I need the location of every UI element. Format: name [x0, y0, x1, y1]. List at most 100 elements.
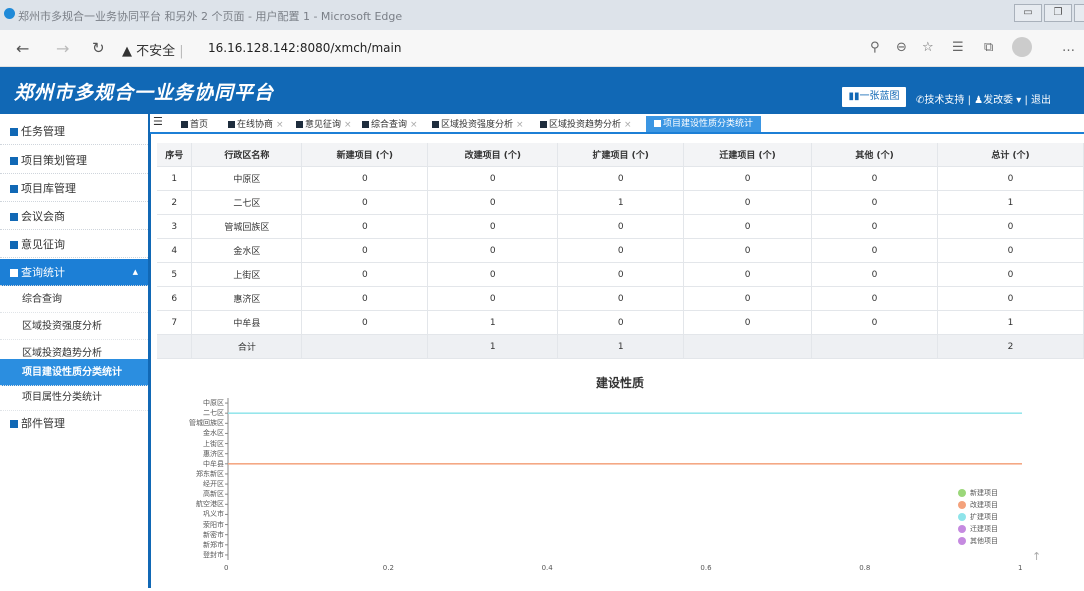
collapse-arrow-icon: ▲ [132, 268, 138, 276]
tab-icon [654, 120, 661, 127]
table-cell: 0 [427, 238, 559, 263]
tab-icon [296, 121, 303, 128]
favorites-list-icon[interactable]: ☰ [952, 40, 964, 55]
y-tick-label: 管城回族区 [189, 419, 224, 428]
url-input[interactable]: 16.16.128.142:8080/xmch/main [208, 41, 401, 55]
legend-item[interactable]: 新建项目 [958, 488, 998, 498]
bar-改建项目[interactable] [228, 463, 1022, 465]
table-cell: 0 [811, 286, 938, 311]
sidebar-item-label: 任务管理 [21, 125, 65, 138]
table-total-row: 合计 1 1 2 [157, 334, 1084, 359]
y-tick-label: 郑东新区 [196, 469, 224, 478]
tab-investment-trend[interactable]: 区域投资趋势分析 × [540, 117, 632, 132]
y-tick-label: 上街区 [203, 439, 224, 448]
close-button[interactable] [1074, 4, 1084, 22]
tab-construction-nature[interactable]: 项目建设性质分类统计 [646, 116, 762, 132]
zoom-icon[interactable]: ⊖ [896, 40, 907, 55]
tab-online-consult[interactable]: 在线协商 × [228, 117, 284, 132]
sidebar-item-project-library[interactable]: 项目库管理 [0, 175, 148, 202]
legend-item[interactable]: 扩建项目 [958, 512, 998, 522]
legend-item[interactable]: 改建项目 [958, 500, 998, 510]
sidebar-item-planning[interactable]: 项目策划管理 [0, 147, 148, 174]
folder-icon [10, 157, 18, 165]
table-cell: 0 [937, 262, 1084, 287]
close-tab-icon[interactable]: × [516, 120, 524, 130]
sidebar-item-label: 会议会商 [21, 210, 65, 223]
security-indicator[interactable]: ▲ 不安全 | [122, 40, 184, 59]
table-cell: 0 [427, 190, 559, 215]
table-row: 7 中牟县 0 1 0 0 0 1 [157, 310, 1084, 335]
folder-icon [10, 241, 18, 249]
table-cell: 0 [557, 286, 685, 311]
scroll-top-icon[interactable]: ↑ [1032, 550, 1041, 563]
sidebar-item-opinion[interactable]: 意见征询 [0, 231, 148, 258]
menu-toggle-icon[interactable]: ☰ [153, 115, 163, 130]
folder-icon [10, 269, 18, 277]
sidebar-sub-comprehensive-query[interactable]: 综合查询 [0, 286, 148, 313]
favorite-icon[interactable]: ☆ [922, 40, 934, 55]
column-header: 迁建项目 (个) [683, 143, 813, 167]
table-cell: 0 [683, 190, 813, 215]
collections-icon[interactable]: ⧉ [984, 40, 993, 55]
tab-home[interactable]: 首页 [181, 117, 208, 132]
minimize-button[interactable]: ▭ [1014, 4, 1042, 22]
table-cell: 0 [937, 166, 1084, 191]
table-cell: 0 [683, 262, 813, 287]
profile-avatar[interactable] [1012, 37, 1032, 57]
refresh-icon[interactable]: ↻ [92, 39, 105, 57]
tab-label: 意见征询 [305, 120, 342, 130]
x-tick-label: 0.2 [382, 564, 394, 572]
table-cell: 0 [427, 286, 559, 311]
tab-label: 综合查询 [371, 120, 408, 130]
sidebar-item-label: 项目库管理 [21, 182, 76, 195]
table-cell: 2 [937, 334, 1084, 359]
close-tab-icon[interactable]: × [624, 120, 632, 130]
table-cell [683, 334, 813, 359]
tab-comprehensive-query[interactable]: 综合查询 × [362, 117, 418, 132]
sidebar-sub-project-attribute[interactable]: 项目属性分类统计 [0, 384, 148, 411]
table-cell: 0 [301, 286, 429, 311]
sidebar-item-meeting[interactable]: 会议会商 [0, 203, 148, 230]
support-link[interactable]: 技术支持 [924, 95, 964, 106]
tab-label: 首页 [190, 120, 209, 130]
table-cell: 1 [427, 334, 559, 359]
close-tab-icon[interactable]: × [344, 120, 352, 130]
close-tab-icon[interactable]: × [276, 120, 284, 130]
table-cell: 0 [557, 166, 685, 191]
back-icon[interactable]: ← [16, 39, 29, 58]
tab-opinion[interactable]: 意见征询 × [296, 117, 352, 132]
legend-dot-icon [958, 513, 966, 521]
table-cell: 0 [811, 190, 938, 215]
map-icon: ▮▮ [848, 91, 860, 102]
legend-item[interactable]: 迁建项目 [958, 524, 998, 534]
blueprint-button[interactable]: ▮▮一张蓝图 [842, 87, 906, 107]
table-cell: 惠济区 [191, 286, 303, 311]
restore-button[interactable]: ❐ [1044, 4, 1072, 22]
tab-investment-intensity[interactable]: 区域投资强度分析 × [432, 117, 524, 132]
y-tick-label: 新密市 [203, 530, 224, 539]
legend-item[interactable]: 其他项目 [958, 536, 998, 546]
forward-icon[interactable]: → [56, 39, 69, 58]
sidebar-sub-investment-intensity[interactable]: 区域投资强度分析 [0, 313, 148, 340]
user-menu[interactable]: 发改委 [983, 95, 1013, 106]
table-cell: 0 [683, 310, 813, 335]
tab-label: 在线协商 [237, 120, 274, 130]
more-icon[interactable]: … [1062, 40, 1075, 55]
sidebar-item-components[interactable]: 部件管理 [0, 410, 148, 437]
tab-icon [362, 121, 369, 128]
key-icon[interactable]: ⚲ [870, 40, 880, 55]
logout-link[interactable]: 退出 [1031, 95, 1051, 106]
tab-label: 项目建设性质分类统计 [663, 119, 754, 129]
sidebar-item-tasks[interactable]: 任务管理 [0, 118, 148, 145]
table-cell: 0 [811, 214, 938, 239]
y-tick-label: 高新区 [203, 490, 224, 499]
table-cell: 上街区 [191, 262, 303, 287]
table-cell: 1 [557, 334, 685, 359]
sidebar-item-query-stats[interactable]: 查询统计 ▲ [0, 259, 148, 286]
tab-icon [540, 121, 547, 128]
sidebar-sub-construction-nature[interactable]: 项目建设性质分类统计 [0, 359, 148, 386]
bar-扩建项目[interactable] [228, 412, 1022, 414]
close-tab-icon[interactable]: × [410, 120, 418, 130]
table-cell: 0 [557, 214, 685, 239]
table-cell: 1 [937, 190, 1084, 215]
